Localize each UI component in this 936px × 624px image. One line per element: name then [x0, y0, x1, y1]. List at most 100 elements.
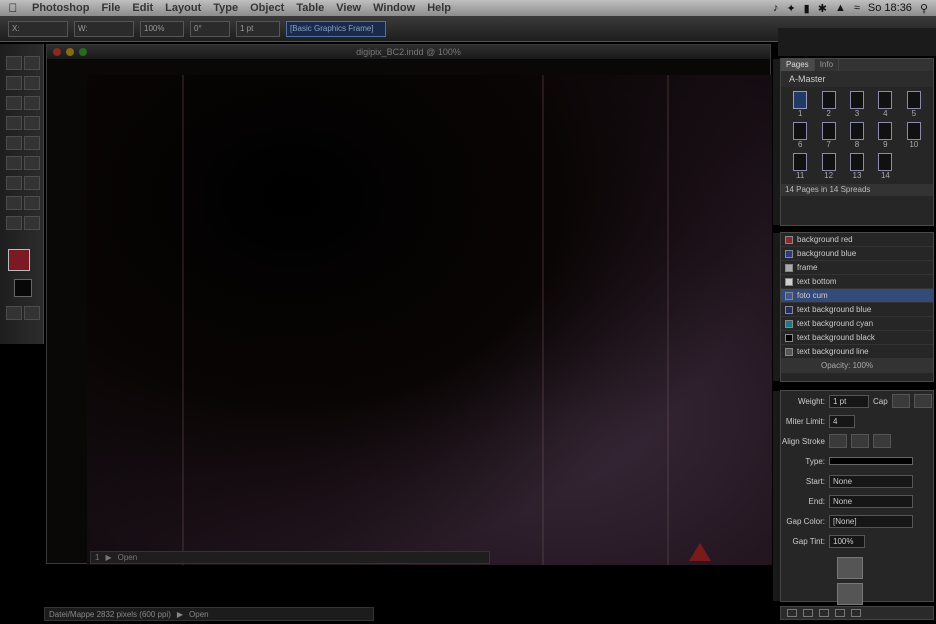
w-field[interactable]: W: [74, 20, 134, 37]
swatch-row[interactable]: foto cum [781, 289, 933, 303]
scissors-tool-icon[interactable] [6, 156, 22, 170]
zoom-tool-icon[interactable] [24, 216, 40, 230]
preview-view-icon[interactable] [24, 306, 40, 320]
measure-tool-icon[interactable] [24, 196, 40, 210]
scale-field[interactable]: 100% [140, 20, 184, 37]
spotlight-icon[interactable]: ⚲ [920, 2, 928, 15]
rotate-tool-icon[interactable] [6, 136, 22, 150]
stroke-swatch[interactable] [14, 279, 32, 297]
swatch-row[interactable]: background blue [781, 247, 933, 261]
bluetooth-icon[interactable]: ✱ [818, 2, 827, 15]
stroke-preview-swatch[interactable] [837, 557, 863, 579]
stroke-type-select[interactable] [829, 457, 913, 465]
swatch-row[interactable]: text bottom [781, 275, 933, 289]
master-page-item[interactable]: A-Master [781, 71, 933, 87]
miter-field[interactable]: 4 [829, 414, 855, 428]
swatches-vertical-tabs[interactable] [773, 233, 781, 381]
menu-photoshop[interactable]: Photoshop [26, 2, 95, 14]
gap-tint-field[interactable]: 100% [829, 534, 865, 548]
menu-table[interactable]: Table [290, 2, 330, 14]
x-field[interactable]: X: [8, 20, 68, 37]
gradient-tool-icon[interactable] [6, 176, 22, 190]
rectangle-frame-tool-icon[interactable] [6, 116, 22, 130]
fill-swatch[interactable] [8, 249, 30, 271]
swatch-row[interactable]: frame [781, 261, 933, 275]
trash-icon[interactable] [835, 609, 845, 617]
cap-round-icon[interactable] [913, 394, 932, 408]
nav-next-icon[interactable]: ▶ [177, 610, 183, 619]
hand-tool-icon[interactable] [6, 216, 22, 230]
music-icon[interactable]: ♪ [773, 2, 779, 14]
gap-color-select[interactable]: [None] [829, 514, 913, 528]
page-thumbnail[interactable]: 7 [817, 122, 839, 149]
swatch-row[interactable]: text background blue [781, 303, 933, 317]
stroke-preview-swatch[interactable] [837, 583, 863, 605]
page-thumbnail[interactable]: 6 [789, 122, 811, 149]
menu-type[interactable]: Type [207, 2, 244, 14]
panel-menu-icon[interactable] [787, 609, 797, 617]
menu-layout[interactable]: Layout [159, 2, 207, 14]
duplicate-icon[interactable] [819, 609, 829, 617]
pen-tool-icon[interactable] [6, 76, 22, 90]
normal-view-icon[interactable] [6, 306, 22, 320]
close-icon[interactable] [53, 48, 61, 56]
free-transform-tool-icon[interactable] [24, 156, 40, 170]
cap-butt-icon[interactable] [891, 394, 910, 408]
page-nav-icon[interactable]: ▶ [105, 553, 111, 562]
swatch-row[interactable]: text background line [781, 345, 933, 359]
minimize-icon[interactable] [66, 48, 74, 56]
rectangle-tool-icon[interactable] [24, 116, 40, 130]
page-thumbnail[interactable]: 10 [903, 122, 925, 149]
eyedropper-tool-icon[interactable] [6, 196, 22, 210]
note-tool-icon[interactable] [24, 176, 40, 190]
menu-help[interactable]: Help [421, 2, 457, 14]
weight-field[interactable]: 1 pt [829, 394, 869, 408]
page-thumbnail[interactable]: 13 [846, 153, 868, 180]
wifi-icon[interactable]: ≈ [854, 2, 860, 14]
swatch-row[interactable]: background red [781, 233, 933, 247]
align-inside-icon[interactable] [851, 434, 869, 448]
selection-tool-icon[interactable] [6, 56, 22, 70]
document-canvas[interactable] [87, 75, 772, 565]
menu-window[interactable]: Window [367, 2, 421, 14]
end-select[interactable]: None [829, 494, 913, 508]
page-thumbnail[interactable]: 14 [874, 153, 896, 180]
type-tool-icon[interactable] [24, 76, 40, 90]
swatch-row[interactable]: text background black [781, 331, 933, 345]
script-icon[interactable]: ✦ [786, 2, 795, 15]
page-thumbnail[interactable]: 5 [903, 91, 925, 118]
stroke-weight-field[interactable]: 1 pt [236, 20, 280, 37]
tab-pages[interactable]: Pages [781, 59, 815, 71]
swatch-row[interactable]: text background cyan [781, 317, 933, 331]
scale-tool-icon[interactable] [24, 136, 40, 150]
pencil-tool-icon[interactable] [6, 96, 22, 110]
pages-vertical-tabs[interactable] [773, 59, 781, 225]
page-thumbnail[interactable]: 3 [846, 91, 868, 118]
tab-info[interactable]: Info [815, 59, 840, 71]
swatch-opacity[interactable]: Opacity: 100% [781, 359, 933, 373]
page-thumbnail[interactable]: 11 [789, 153, 811, 180]
menu-object[interactable]: Object [244, 2, 290, 14]
volume-icon[interactable]: ▲ [835, 2, 846, 14]
page-thumbnail[interactable]: 2 [817, 91, 839, 118]
menu-edit[interactable]: Edit [126, 2, 159, 14]
apple-menu-icon[interactable]:  [0, 1, 26, 15]
page-thumbnail[interactable]: 9 [874, 122, 896, 149]
page-number-field[interactable]: 1 [95, 553, 99, 562]
search-icon[interactable] [851, 609, 861, 617]
page-thumbnail[interactable]: 4 [874, 91, 896, 118]
start-select[interactable]: None [829, 474, 913, 488]
battery-icon[interactable]: ▮ [804, 2, 810, 15]
page-thumbnail[interactable]: 8 [846, 122, 868, 149]
new-item-icon[interactable] [803, 609, 813, 617]
align-center-icon[interactable] [829, 434, 847, 448]
line-tool-icon[interactable] [24, 96, 40, 110]
menu-view[interactable]: View [330, 2, 367, 14]
page-thumbnail[interactable]: 1 [789, 91, 811, 118]
direct-selection-tool-icon[interactable] [24, 56, 40, 70]
menu-file[interactable]: File [95, 2, 126, 14]
align-outside-icon[interactable] [873, 434, 891, 448]
stroke-vertical-tabs[interactable] [773, 391, 781, 601]
rotate-field[interactable]: 0° [190, 20, 230, 37]
clock-text[interactable]: So 18:36 [868, 2, 912, 14]
